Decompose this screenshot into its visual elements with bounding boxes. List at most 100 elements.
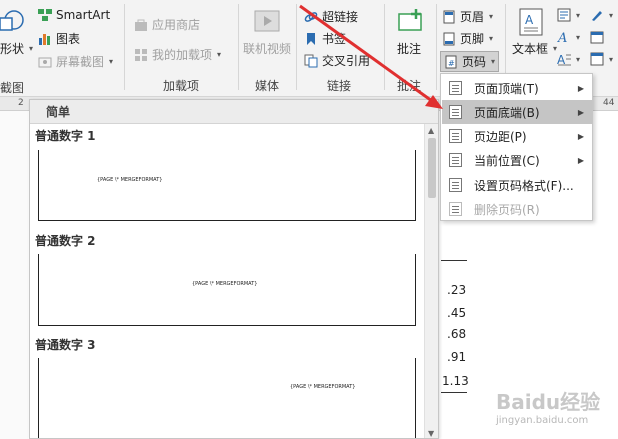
gallery-item-plain-number-2[interactable]: {PAGE \* MERGEFORMAT} bbox=[38, 254, 416, 326]
ruler-right-mark: 44 bbox=[603, 98, 615, 108]
chart-label: 图表 bbox=[56, 32, 81, 46]
menu-item-format-page-numbers[interactable]: 设置页码格式(F)... bbox=[442, 173, 592, 197]
gallery-item-title: 普通数字 3 bbox=[35, 338, 96, 352]
gallery-item-plain-number-1[interactable]: {PAGE \* MERGEFORMAT} bbox=[38, 150, 416, 221]
screen-clip-label: 屏幕截图 bbox=[56, 55, 105, 69]
footer-button[interactable]: 页脚 ▾ bbox=[442, 30, 493, 47]
footer-icon bbox=[442, 32, 456, 46]
textbox-button[interactable]: 文本框 ▾ bbox=[512, 40, 557, 57]
object-icon bbox=[590, 52, 604, 66]
scroll-up-icon[interactable]: ▲ bbox=[428, 126, 434, 135]
page-number-menu: 页面顶端(T) ▶ 页面底端(B) ▶ 页边距(P) ▶ 当前位置(C) ▶ 设… bbox=[440, 73, 593, 221]
wordart-icon: A bbox=[557, 30, 571, 46]
scroll-down-icon[interactable]: ▼ bbox=[428, 429, 434, 438]
hyperlink-button[interactable]: 超链接 bbox=[304, 8, 358, 25]
doc-number: .91 bbox=[447, 350, 467, 364]
smartart-icon bbox=[38, 8, 52, 22]
page-number-button[interactable]: # 页码 ▾ bbox=[440, 51, 500, 72]
cross-reference-button[interactable]: 交叉引用 bbox=[304, 52, 370, 69]
submenu-arrow-icon: ▶ bbox=[577, 83, 584, 93]
doc-number: .23 bbox=[447, 283, 467, 297]
page-top-icon bbox=[449, 81, 462, 95]
menu-item-label: 页面底端(B) bbox=[474, 105, 540, 120]
scroll-thumb[interactable] bbox=[428, 138, 436, 198]
svg-text:#: # bbox=[448, 59, 455, 68]
new-comment-button[interactable]: 批注 bbox=[397, 40, 421, 57]
watermark-brand: Baidu经验 bbox=[496, 390, 601, 414]
addins-icon bbox=[134, 48, 148, 62]
screenclip-icon bbox=[38, 55, 52, 69]
quick-parts-button[interactable]: ▾ bbox=[557, 8, 580, 22]
shapes-label: 形状 bbox=[0, 42, 25, 56]
menu-item-page-margins[interactable]: 页边距(P) ▶ bbox=[442, 124, 592, 148]
wordart-button[interactable]: A ▾ bbox=[557, 30, 580, 46]
gallery-item-plain-number-3[interactable]: {PAGE \* MERGEFORMAT} bbox=[38, 358, 416, 438]
gallery-item-title: 普通数字 1 bbox=[35, 129, 96, 143]
link-icon bbox=[304, 10, 318, 24]
chart-icon bbox=[38, 32, 52, 46]
header-button[interactable]: 页眉 ▾ bbox=[442, 8, 493, 25]
submenu-arrow-icon: ▶ bbox=[577, 155, 584, 165]
media-group-label: 媒体 bbox=[255, 79, 280, 93]
menu-item-remove-page-numbers[interactable]: 删除页码(R) bbox=[442, 197, 592, 221]
page-margin-icon bbox=[449, 129, 462, 143]
page-number-icon: # bbox=[444, 55, 458, 69]
cross-reference-icon bbox=[304, 54, 318, 68]
my-addins-button[interactable]: 我的加载项 ▾ bbox=[134, 46, 221, 63]
doc-number: .68 bbox=[447, 327, 467, 341]
gallery-section-header: 简单 bbox=[30, 100, 438, 124]
page-number-gallery: 简单 普通数字 1 {PAGE \* MERGEFORMAT} 普通数字 2 {… bbox=[29, 99, 439, 439]
app-store-button[interactable]: 应用商店 bbox=[134, 16, 200, 33]
online-video-button[interactable]: 联机视频 bbox=[243, 40, 291, 57]
ruler-left-mark: 2 bbox=[18, 98, 24, 108]
object-button[interactable]: ▾ bbox=[590, 52, 613, 66]
svg-text:A: A bbox=[557, 31, 567, 44]
online-video-icon[interactable] bbox=[254, 8, 280, 34]
quick-parts-icon bbox=[557, 8, 571, 22]
gallery-item-title: 普通数字 2 bbox=[35, 234, 96, 248]
comment-label: 批注 bbox=[397, 42, 422, 56]
table-border bbox=[441, 392, 467, 393]
chart-button[interactable]: 图表 bbox=[38, 30, 80, 47]
screenshot-group-label: 截图 bbox=[0, 81, 25, 95]
bookmark-icon bbox=[304, 32, 318, 46]
page-bottom-icon bbox=[449, 105, 462, 119]
smartart-label: SmartArt bbox=[56, 8, 111, 22]
header-label: 页眉 bbox=[460, 10, 485, 24]
footer-label: 页脚 bbox=[460, 32, 485, 46]
menu-item-label: 当前位置(C) bbox=[474, 153, 540, 168]
chevron-down-icon: ▾ bbox=[29, 44, 34, 53]
menu-item-current-position[interactable]: 当前位置(C) ▶ bbox=[442, 148, 592, 172]
menu-item-label: 页面顶端(T) bbox=[474, 81, 539, 96]
doc-number: 1.13 bbox=[442, 374, 469, 388]
page-number-label: 页码 bbox=[462, 55, 487, 69]
gallery-scrollbar[interactable]: ▲ ▼ bbox=[424, 124, 438, 438]
page-field-code: {PAGE \* MERGEFORMAT} bbox=[290, 384, 356, 390]
menu-item-bottom-of-page[interactable]: 页面底端(B) ▶ bbox=[442, 100, 592, 124]
dropcap-button[interactable]: A ▾ bbox=[557, 52, 580, 67]
textbox-label: 文本框 bbox=[512, 42, 549, 56]
page-field-code: {PAGE \* MERGEFORMAT} bbox=[192, 281, 258, 287]
shapes-button[interactable]: 形状 ▾ bbox=[0, 40, 33, 57]
signature-line-button[interactable]: ▾ bbox=[590, 8, 613, 22]
menu-item-top-of-page[interactable]: 页面顶端(T) ▶ bbox=[442, 76, 592, 100]
comment-icon[interactable] bbox=[396, 8, 424, 36]
hyperlink-label: 超链接 bbox=[322, 10, 359, 24]
comments-group-label: 批注 bbox=[397, 79, 422, 93]
smartart-button[interactable]: SmartArt bbox=[38, 8, 110, 22]
store-icon bbox=[134, 18, 148, 32]
bookmark-button[interactable]: 书签 bbox=[304, 30, 346, 47]
submenu-arrow-icon: ▶ bbox=[577, 107, 584, 117]
textbox-icon[interactable]: A bbox=[518, 8, 544, 36]
format-page-numbers-icon bbox=[449, 178, 462, 192]
left-margin bbox=[0, 111, 28, 439]
calendar-icon bbox=[590, 30, 604, 44]
svg-text:A: A bbox=[557, 53, 566, 66]
dropcap-icon: A bbox=[557, 52, 571, 67]
shapes-icon[interactable] bbox=[0, 8, 26, 32]
watermark-url: jingyan.baidu.com bbox=[496, 415, 589, 426]
date-time-button[interactable] bbox=[590, 30, 604, 44]
screen-clip-button[interactable]: 屏幕截图 ▾ bbox=[38, 53, 113, 70]
page-field-code: {PAGE \* MERGEFORMAT} bbox=[97, 177, 163, 183]
svg-text:A: A bbox=[525, 13, 534, 27]
